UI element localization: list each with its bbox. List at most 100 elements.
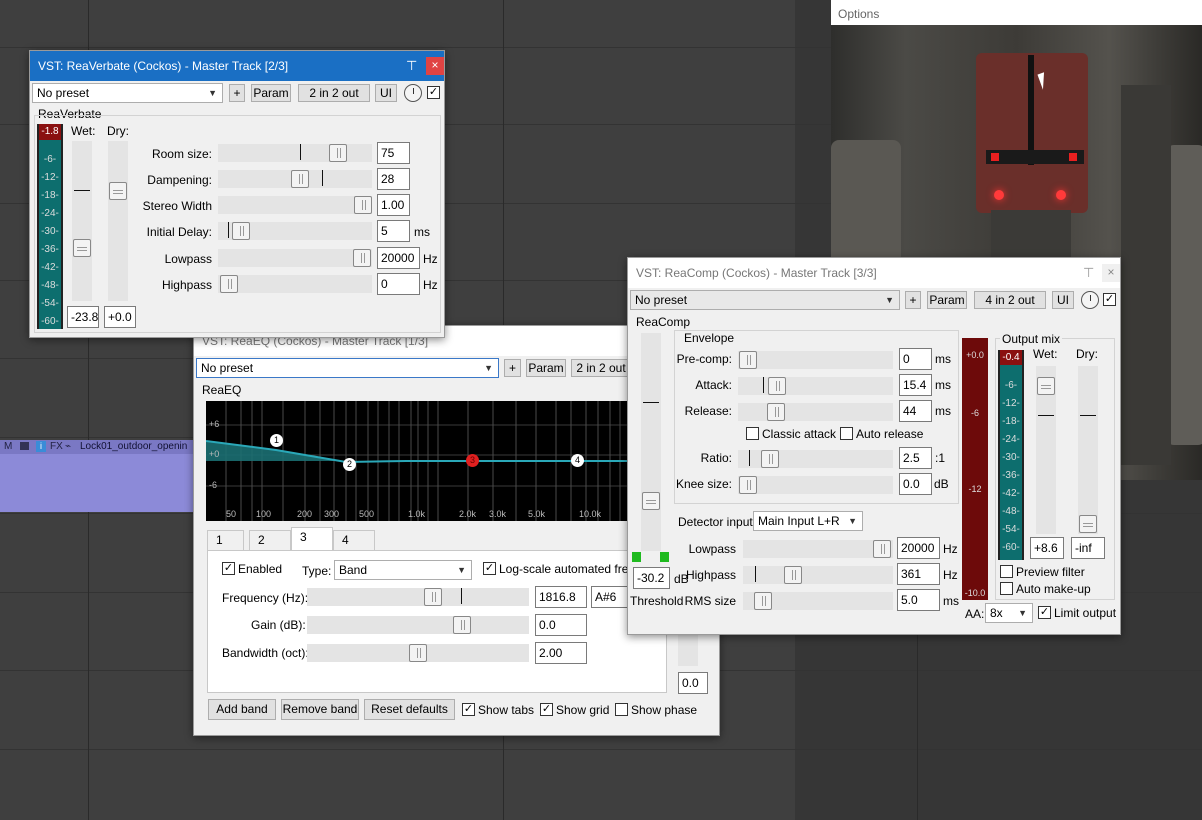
eq-band-node-1[interactable]: 1 [270, 434, 283, 447]
room-size-thumb[interactable] [329, 144, 347, 162]
precomp-slider[interactable] [738, 351, 893, 369]
reaverbate-ui-button[interactable]: UI [375, 84, 397, 102]
comp-wet-thumb[interactable] [1037, 377, 1055, 395]
reacomp-add-preset-button[interactable]: + [905, 291, 921, 309]
dampening-field[interactable]: 28 [377, 168, 410, 190]
track-info-icon[interactable]: i [36, 441, 46, 452]
release-slider[interactable] [738, 403, 893, 421]
reacomp-titlebar[interactable]: VST: ReaComp (Cockos) - Master Track [3/… [628, 258, 1120, 288]
eq-tab-1[interactable]: 1 [207, 530, 244, 550]
stereo-width-thumb[interactable] [354, 196, 372, 214]
preview-filter-checkbox[interactable] [1000, 565, 1013, 578]
reaverbate-preset-select[interactable]: No preset ▼ [32, 83, 223, 103]
threshold-slider[interactable] [641, 333, 661, 551]
reaverbate-wet-slider[interactable] [72, 141, 92, 301]
comp-dry-thumb[interactable] [1079, 515, 1097, 533]
threshold-thumb[interactable] [642, 492, 660, 510]
eq-bandwidth-thumb[interactable] [409, 644, 427, 662]
eq-gain-slider[interactable] [307, 616, 529, 634]
comp-lowpass-thumb[interactable] [873, 540, 891, 558]
lowpass-field[interactable]: 20000 [377, 247, 420, 269]
reacomp-param-button[interactable]: Param [927, 291, 967, 309]
knee-thumb[interactable] [739, 476, 757, 494]
reaeq-param-button[interactable]: Param [526, 359, 566, 377]
eq-add-band-button[interactable]: Add band [208, 699, 276, 720]
track-item[interactable]: M i FX ⌁ Lock01_outdoor_openin [0, 440, 200, 512]
comp-lowpass-slider[interactable] [743, 540, 893, 558]
knee-field[interactable]: 0.0 [899, 473, 932, 495]
eq-frequency-thumb[interactable] [424, 588, 442, 606]
reaverbate-dry-field[interactable]: +0.0 [104, 306, 136, 328]
aa-select[interactable]: 8x ▼ [985, 603, 1033, 623]
highpass-field[interactable]: 0 [377, 273, 420, 295]
reaverbate-titlebar[interactable]: VST: ReaVerbate (Cockos) - Master Track … [30, 51, 444, 81]
ratio-field[interactable]: 2.5 [899, 447, 932, 469]
attack-field[interactable]: 15.4 [899, 374, 932, 396]
track-fx-button[interactable]: FX [50, 441, 63, 452]
track-comment-icon[interactable] [20, 442, 29, 450]
options-titlebar[interactable]: Options [831, 0, 1202, 25]
comp-dry-slider[interactable] [1078, 366, 1098, 534]
eq-band-node-3[interactable]: 3 [466, 454, 479, 467]
pin-icon[interactable]: ⊤ [1083, 265, 1094, 281]
reaverbate-param-button[interactable]: Param [251, 84, 291, 102]
room-size-slider[interactable] [218, 144, 372, 162]
highpass-slider[interactable] [218, 275, 372, 293]
rms-field[interactable]: 5.0 [897, 589, 940, 611]
eq-show-phase-checkbox[interactable] [615, 703, 628, 716]
eq-show-grid-checkbox[interactable]: ✓ [540, 703, 553, 716]
eq-note-field[interactable]: A#6 [591, 586, 631, 608]
reaverbate-io-button[interactable]: 2 in 2 out [298, 84, 370, 102]
highpass-thumb[interactable] [220, 275, 238, 293]
reacomp-io-button[interactable]: 4 in 2 out [974, 291, 1046, 309]
eq-log-scale-checkbox[interactable]: ✓ [483, 562, 496, 575]
eq-band-node-2[interactable]: 2 [343, 458, 356, 471]
detector-select[interactable]: Main Input L+R ▼ [753, 511, 863, 531]
release-field[interactable]: 44 [899, 400, 932, 422]
pin-icon[interactable]: ⊤ [406, 58, 417, 74]
comp-highpass-slider[interactable] [743, 566, 893, 584]
comp-lowpass-field[interactable]: 20000 [897, 537, 940, 559]
auto-makeup-checkbox[interactable] [1000, 582, 1013, 595]
eq-bandwidth-field[interactable]: 2.00 [535, 642, 587, 664]
eq-gain-thumb[interactable] [453, 616, 471, 634]
eq-graph[interactable]: +6 +0 -6 50 100 200 300 500 1.0k 2.0k 3.… [206, 401, 636, 521]
lowpass-slider[interactable] [218, 249, 372, 267]
eq-band-node-4[interactable]: 4 [571, 454, 584, 467]
lowpass-thumb[interactable] [353, 249, 371, 267]
eq-output-field[interactable]: 0.0 [678, 672, 708, 694]
eq-reset-defaults-button[interactable]: Reset defaults [364, 699, 455, 720]
eq-gain-field[interactable]: 0.0 [535, 614, 587, 636]
rms-thumb[interactable] [754, 592, 772, 610]
reaverbate-dry-slider[interactable] [108, 141, 128, 301]
reaverbate-wet-thumb[interactable] [73, 239, 91, 257]
stereo-width-slider[interactable] [218, 196, 372, 214]
track-mute-button[interactable]: M [4, 441, 12, 452]
comp-wet-field[interactable]: +8.6 [1030, 537, 1064, 559]
auto-release-checkbox[interactable] [840, 427, 853, 440]
attack-thumb[interactable] [768, 377, 786, 395]
knee-slider[interactable] [738, 476, 893, 494]
attack-slider[interactable] [738, 377, 893, 395]
reacomp-wet-knob[interactable] [1081, 291, 1099, 309]
comp-highpass-field[interactable]: 361 [897, 563, 940, 585]
eq-frequency-field[interactable]: 1816.8 [535, 586, 587, 608]
track-envelope-icon[interactable]: ⌁ [65, 441, 71, 452]
close-icon[interactable]: × [426, 57, 444, 75]
reacomp-ui-button[interactable]: UI [1052, 291, 1074, 309]
eq-tab-3[interactable]: 3 [291, 527, 333, 550]
comp-highpass-thumb[interactable] [784, 566, 802, 584]
reacomp-enable-checkbox[interactable]: ✓ [1103, 293, 1116, 306]
dampening-thumb[interactable] [291, 170, 309, 188]
eq-frequency-slider[interactable] [307, 588, 529, 606]
eq-show-tabs-checkbox[interactable]: ✓ [462, 703, 475, 716]
stereo-width-field[interactable]: 1.00 [377, 194, 410, 216]
room-size-field[interactable]: 75 [377, 142, 410, 164]
classic-attack-checkbox[interactable] [746, 427, 759, 440]
reaverbate-wet-field[interactable]: -23.8 [67, 306, 99, 328]
release-thumb[interactable] [767, 403, 785, 421]
eq-type-select[interactable]: Band ▼ [334, 560, 472, 580]
reacomp-preset-select[interactable]: No preset ▼ [630, 290, 900, 310]
comp-dry-field[interactable]: -inf [1071, 537, 1105, 559]
initial-delay-thumb[interactable] [232, 222, 250, 240]
